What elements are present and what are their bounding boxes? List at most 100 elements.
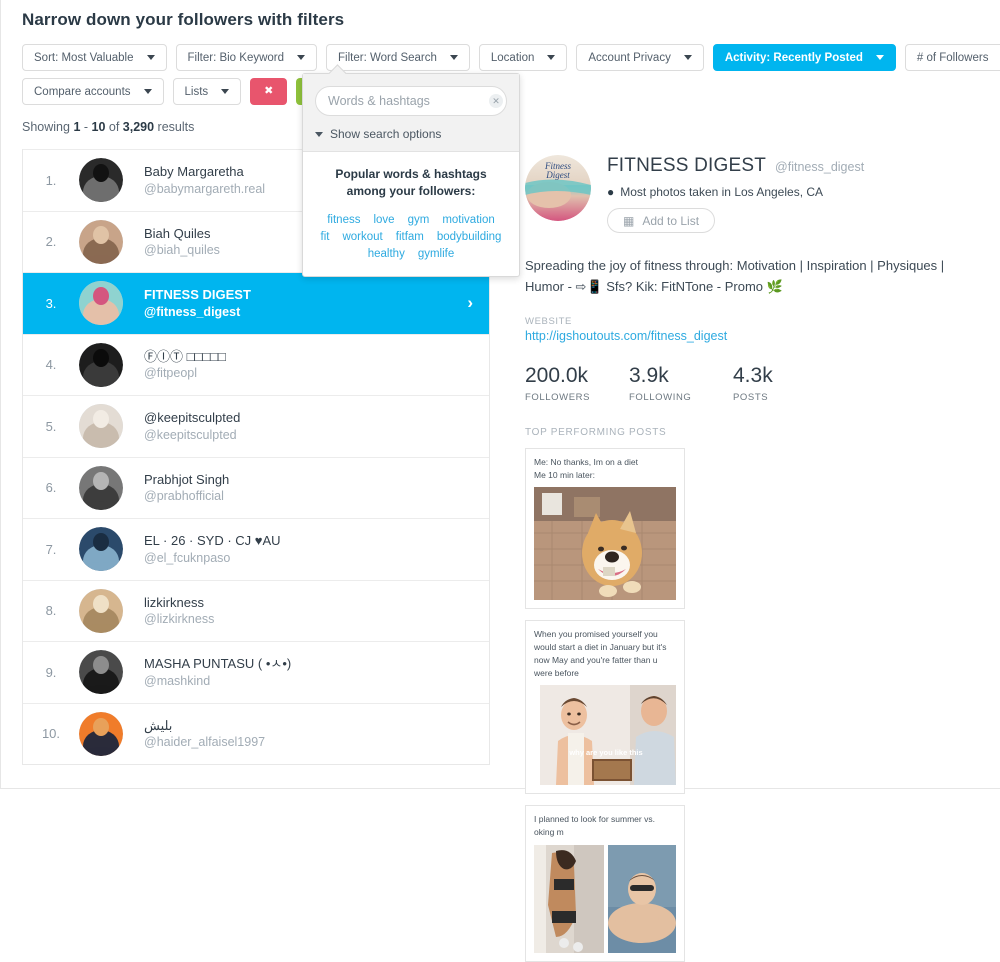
- filter-word-search[interactable]: Filter: Word Search: [326, 44, 470, 71]
- follower-row-10[interactable]: 10.بليش@haider_alfaisel1997›: [23, 703, 489, 765]
- clear-filters-button[interactable]: ✖: [250, 78, 287, 105]
- clear-input-icon[interactable]: ✕: [489, 94, 503, 108]
- filter-account-privacy[interactable]: Account Privacy: [576, 44, 703, 71]
- page-title: Narrow down your followers with filters: [22, 10, 344, 30]
- follower-avatar: [79, 527, 123, 571]
- follower-name: ⒻⒾⓉ □□□□□: [144, 348, 226, 366]
- stat-following: 3.9k FOLLOWING: [629, 364, 733, 403]
- top-post-card[interactable]: Me: No thanks, Im on a diet Me 10 min la…: [525, 448, 685, 610]
- results-suffix: results: [154, 120, 194, 134]
- add-to-list-button[interactable]: ▦ Add to List: [607, 208, 715, 233]
- follower-handle: @keepitsculpted: [144, 427, 240, 444]
- show-search-options-label: Show search options: [330, 127, 441, 141]
- filter-bio-keyword-label: Filter: Bio Keyword: [188, 52, 285, 64]
- follower-rank: 10.: [23, 726, 79, 741]
- stat-followers-label: FOLLOWERS: [525, 392, 629, 403]
- follower-meta: ⒻⒾⓉ □□□□□@fitpeopl: [144, 348, 226, 382]
- popular-tag[interactable]: fit: [321, 231, 330, 243]
- profile-name: FITNESS DIGEST: [607, 155, 766, 177]
- chevron-right-icon: ›: [467, 293, 473, 313]
- chevron-down-icon: [876, 55, 884, 60]
- filter-sort-most-valuable[interactable]: Sort: Most Valuable: [22, 44, 167, 71]
- follower-avatar: [79, 712, 123, 756]
- stat-followers: 200.0k FOLLOWERS: [525, 364, 629, 403]
- chevron-down-icon: [684, 55, 692, 60]
- popular-tag[interactable]: fitness: [327, 214, 360, 226]
- dog-photo-artwork: [534, 487, 676, 600]
- follower-row-4[interactable]: 4.ⒻⒾⓉ □□□□□@fitpeopl›: [23, 334, 489, 396]
- top-post-caption: I planned to look for summer vs. oking m: [534, 813, 676, 839]
- filter-activity[interactable]: Activity: Recently Posted: [713, 44, 896, 71]
- follower-row-9[interactable]: 9.MASHA PUNTASU ( •ㅅ•)@mashkind›: [23, 641, 489, 703]
- popular-tag[interactable]: healthy: [368, 248, 405, 260]
- follower-row-6[interactable]: 6.Prabhjot Singh@prabhofficial›: [23, 457, 489, 519]
- follower-meta: Baby Margaretha@babymargareth.real: [144, 163, 265, 197]
- filter-location[interactable]: Location: [479, 44, 567, 71]
- profile-detail-panel: Fitness Digest FITNESS DIGEST @fitness_d…: [525, 155, 985, 962]
- range-to: 10: [92, 120, 106, 134]
- avatar-artwork: [79, 589, 123, 633]
- follower-meta: EL · 26 · SYD · CJ ♥AU@el_fcuknpaso: [144, 532, 289, 566]
- top-posts-label: TOP PERFORMING POSTS: [525, 427, 985, 438]
- avatar-artwork: [79, 404, 123, 448]
- popular-tag[interactable]: motivation: [442, 214, 494, 226]
- filter-row-primary: Sort: Most Valuable Filter: Bio Keyword …: [22, 44, 1000, 71]
- follower-name: MASHA PUNTASU ( •ㅅ•): [144, 655, 291, 673]
- popular-tag[interactable]: gym: [408, 214, 430, 226]
- lists-button[interactable]: Lists: [173, 78, 242, 105]
- follower-rank: 1.: [23, 173, 79, 188]
- chevron-down-icon: [297, 55, 305, 60]
- top-post-card[interactable]: I planned to look for summer vs. oking m: [525, 805, 685, 962]
- avatar-artwork: [79, 466, 123, 510]
- follower-meta: FITNESS DIGEST@fitness_digest: [144, 286, 251, 320]
- follower-handle: @haider_alfaisel1997: [144, 734, 265, 751]
- website-link[interactable]: http://igshoutouts.com/fitness_digest: [525, 329, 727, 343]
- meme-photo-artwork: why are you like this: [534, 685, 676, 785]
- word-search-input-wrap[interactable]: ✕: [315, 86, 507, 116]
- filter-row-secondary: Compare accounts Lists ✖ ▲ S: [22, 78, 335, 105]
- popular-tags-list: fitness love gym motivation fit workout fitfam…: [317, 214, 505, 260]
- follower-name: EL · 26 · SYD · CJ ♥AU: [144, 532, 289, 550]
- filter-activity-label: Activity: Recently Posted: [725, 52, 863, 64]
- follower-rank: 8.: [23, 603, 79, 618]
- follower-row-3[interactable]: 3.FITNESS DIGEST@fitness_digest›: [23, 272, 489, 334]
- popular-tag[interactable]: gymlife: [418, 248, 454, 260]
- avatar-artwork: [79, 343, 123, 387]
- app-page: Narrow down your followers with filters …: [0, 0, 1000, 789]
- website-label: WEBSITE: [525, 316, 985, 327]
- follower-handle: @babymargareth.real: [144, 181, 265, 198]
- popular-tag[interactable]: workout: [342, 231, 382, 243]
- showing-prefix: Showing: [22, 120, 73, 134]
- avatar-artwork: [79, 158, 123, 202]
- follower-row-8[interactable]: 8.lizkirkness@lizkirkness›: [23, 580, 489, 642]
- popular-tag[interactable]: fitfam: [396, 231, 424, 243]
- popular-tag[interactable]: love: [373, 214, 394, 226]
- show-search-options-toggle[interactable]: Show search options: [315, 127, 507, 141]
- follower-handle: @biah_quiles: [144, 242, 220, 259]
- follower-handle: @fitpeopl: [144, 365, 226, 382]
- filter-word-search-label: Filter: Word Search: [338, 52, 437, 64]
- close-icon: ✖: [264, 86, 273, 97]
- list-icon: ▦: [623, 214, 634, 228]
- profile-avatar: Fitness Digest: [525, 155, 591, 221]
- stat-posts: 4.3k POSTS: [733, 364, 837, 403]
- results-count: Showing 1 - 10 of 3,290 results: [22, 120, 194, 134]
- popular-tags-heading: Popular words & hashtags among your foll…: [317, 166, 505, 201]
- lists-label: Lists: [185, 86, 209, 98]
- follower-rank: 2.: [23, 234, 79, 249]
- chevron-down-icon: [547, 55, 555, 60]
- filter-bio-keyword[interactable]: Filter: Bio Keyword: [176, 44, 318, 71]
- word-search-input[interactable]: [328, 94, 489, 108]
- compare-accounts-button[interactable]: Compare accounts: [22, 78, 164, 105]
- follower-handle: @mashkind: [144, 673, 291, 690]
- filter-num-followers[interactable]: # of Followers: [905, 44, 1000, 71]
- results-total: 3,290: [123, 120, 154, 134]
- profile-stats: 200.0k FOLLOWERS 3.9k FOLLOWING 4.3k POS…: [525, 364, 985, 403]
- top-post-card[interactable]: When you promised yourself you would sta…: [525, 620, 685, 794]
- follower-row-7[interactable]: 7.EL · 26 · SYD · CJ ♥AU@el_fcuknpaso›: [23, 518, 489, 580]
- follower-handle: @lizkirkness: [144, 611, 214, 628]
- profile-location: ● Most photos taken in Los Angeles, CA: [607, 185, 864, 199]
- follower-name: بليش: [144, 717, 265, 735]
- follower-row-5[interactable]: 5.@keepitsculpted@keepitsculpted›: [23, 395, 489, 457]
- popular-tag[interactable]: bodybuilding: [437, 231, 502, 243]
